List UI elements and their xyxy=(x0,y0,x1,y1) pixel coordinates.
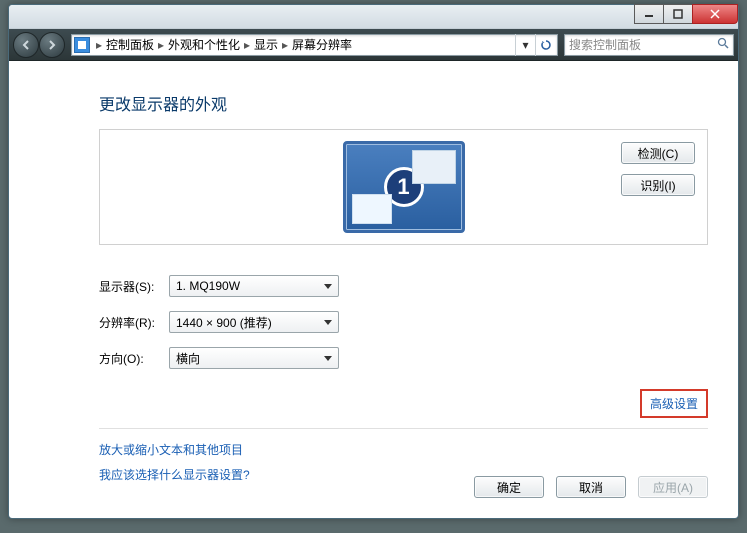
divider xyxy=(99,428,708,429)
breadcrumb-item[interactable]: 屏幕分辨率 xyxy=(290,36,354,53)
apply-button[interactable]: 应用(A) xyxy=(638,476,708,498)
navbar: ▸ 控制面板 ▸ 外观和个性化 ▸ 显示 ▸ 屏幕分辨率 ▾ 搜索控制面板 xyxy=(9,29,738,61)
ok-button[interactable]: 确定 xyxy=(474,476,544,498)
orientation-select[interactable]: 横向 xyxy=(169,347,339,369)
address-bar[interactable]: ▸ 控制面板 ▸ 外观和个性化 ▸ 显示 ▸ 屏幕分辨率 ▾ xyxy=(71,34,558,56)
maximize-button[interactable] xyxy=(663,4,693,24)
breadcrumb-item[interactable]: 显示 xyxy=(252,36,280,53)
monitor-thumbnail[interactable]: 1 xyxy=(343,141,465,233)
breadcrumb-item[interactable]: 外观和个性化 xyxy=(166,36,242,53)
display-value: 1. MQ190W xyxy=(176,279,240,293)
search-placeholder: 搜索控制面板 xyxy=(569,36,641,53)
preview-window-icon xyxy=(412,150,456,184)
titlebar xyxy=(9,5,738,29)
address-dropdown[interactable]: ▾ xyxy=(515,34,535,56)
page-title: 更改显示器的外观 xyxy=(99,91,708,115)
close-button[interactable] xyxy=(692,4,738,24)
orientation-label: 方向(O): xyxy=(99,350,169,367)
dialog-buttons: 确定 取消 应用(A) xyxy=(474,476,708,498)
minimize-button[interactable] xyxy=(634,4,664,24)
resolution-label: 分辨率(R): xyxy=(99,314,169,331)
refresh-icon[interactable] xyxy=(535,34,555,56)
forward-button[interactable] xyxy=(39,32,65,58)
nav-arrows xyxy=(13,32,65,58)
orientation-value: 横向 xyxy=(176,350,200,367)
window-controls xyxy=(635,4,738,24)
preview-desktop-icon xyxy=(352,194,392,224)
preview-side-buttons: 检测(C) 识别(I) xyxy=(621,142,695,196)
content-area: 更改显示器的外观 1 检测(C) 识别(I) 显示器(S): 1. MQ190W… xyxy=(9,61,738,483)
advanced-row: 高级设置 xyxy=(99,389,708,418)
search-icon xyxy=(717,37,729,52)
resolution-value: 1440 × 900 (推荐) xyxy=(176,314,272,331)
chevron-right-icon[interactable]: ▸ xyxy=(280,38,290,52)
control-panel-icon xyxy=(74,37,90,53)
chevron-right-icon[interactable]: ▸ xyxy=(94,38,104,52)
chevron-right-icon[interactable]: ▸ xyxy=(242,38,252,52)
identify-button[interactable]: 识别(I) xyxy=(621,174,695,196)
text-size-link[interactable]: 放大或缩小文本和其他项目 xyxy=(99,441,708,458)
breadcrumb-item[interactable]: 控制面板 xyxy=(104,36,156,53)
display-label: 显示器(S): xyxy=(99,278,169,295)
search-input[interactable]: 搜索控制面板 xyxy=(564,34,734,56)
settings-form: 显示器(S): 1. MQ190W 分辨率(R): 1440 × 900 (推荐… xyxy=(99,275,708,369)
back-button[interactable] xyxy=(13,32,39,58)
resolution-select[interactable]: 1440 × 900 (推荐) xyxy=(169,311,339,333)
window: ▸ 控制面板 ▸ 外观和个性化 ▸ 显示 ▸ 屏幕分辨率 ▾ 搜索控制面板 更改… xyxy=(8,4,739,519)
advanced-settings-link[interactable]: 高级设置 xyxy=(640,389,708,418)
detect-button[interactable]: 检测(C) xyxy=(621,142,695,164)
chevron-right-icon[interactable]: ▸ xyxy=(156,38,166,52)
display-select[interactable]: 1. MQ190W xyxy=(169,275,339,297)
cancel-button[interactable]: 取消 xyxy=(556,476,626,498)
display-preview-panel: 1 检测(C) 识别(I) xyxy=(99,129,708,245)
